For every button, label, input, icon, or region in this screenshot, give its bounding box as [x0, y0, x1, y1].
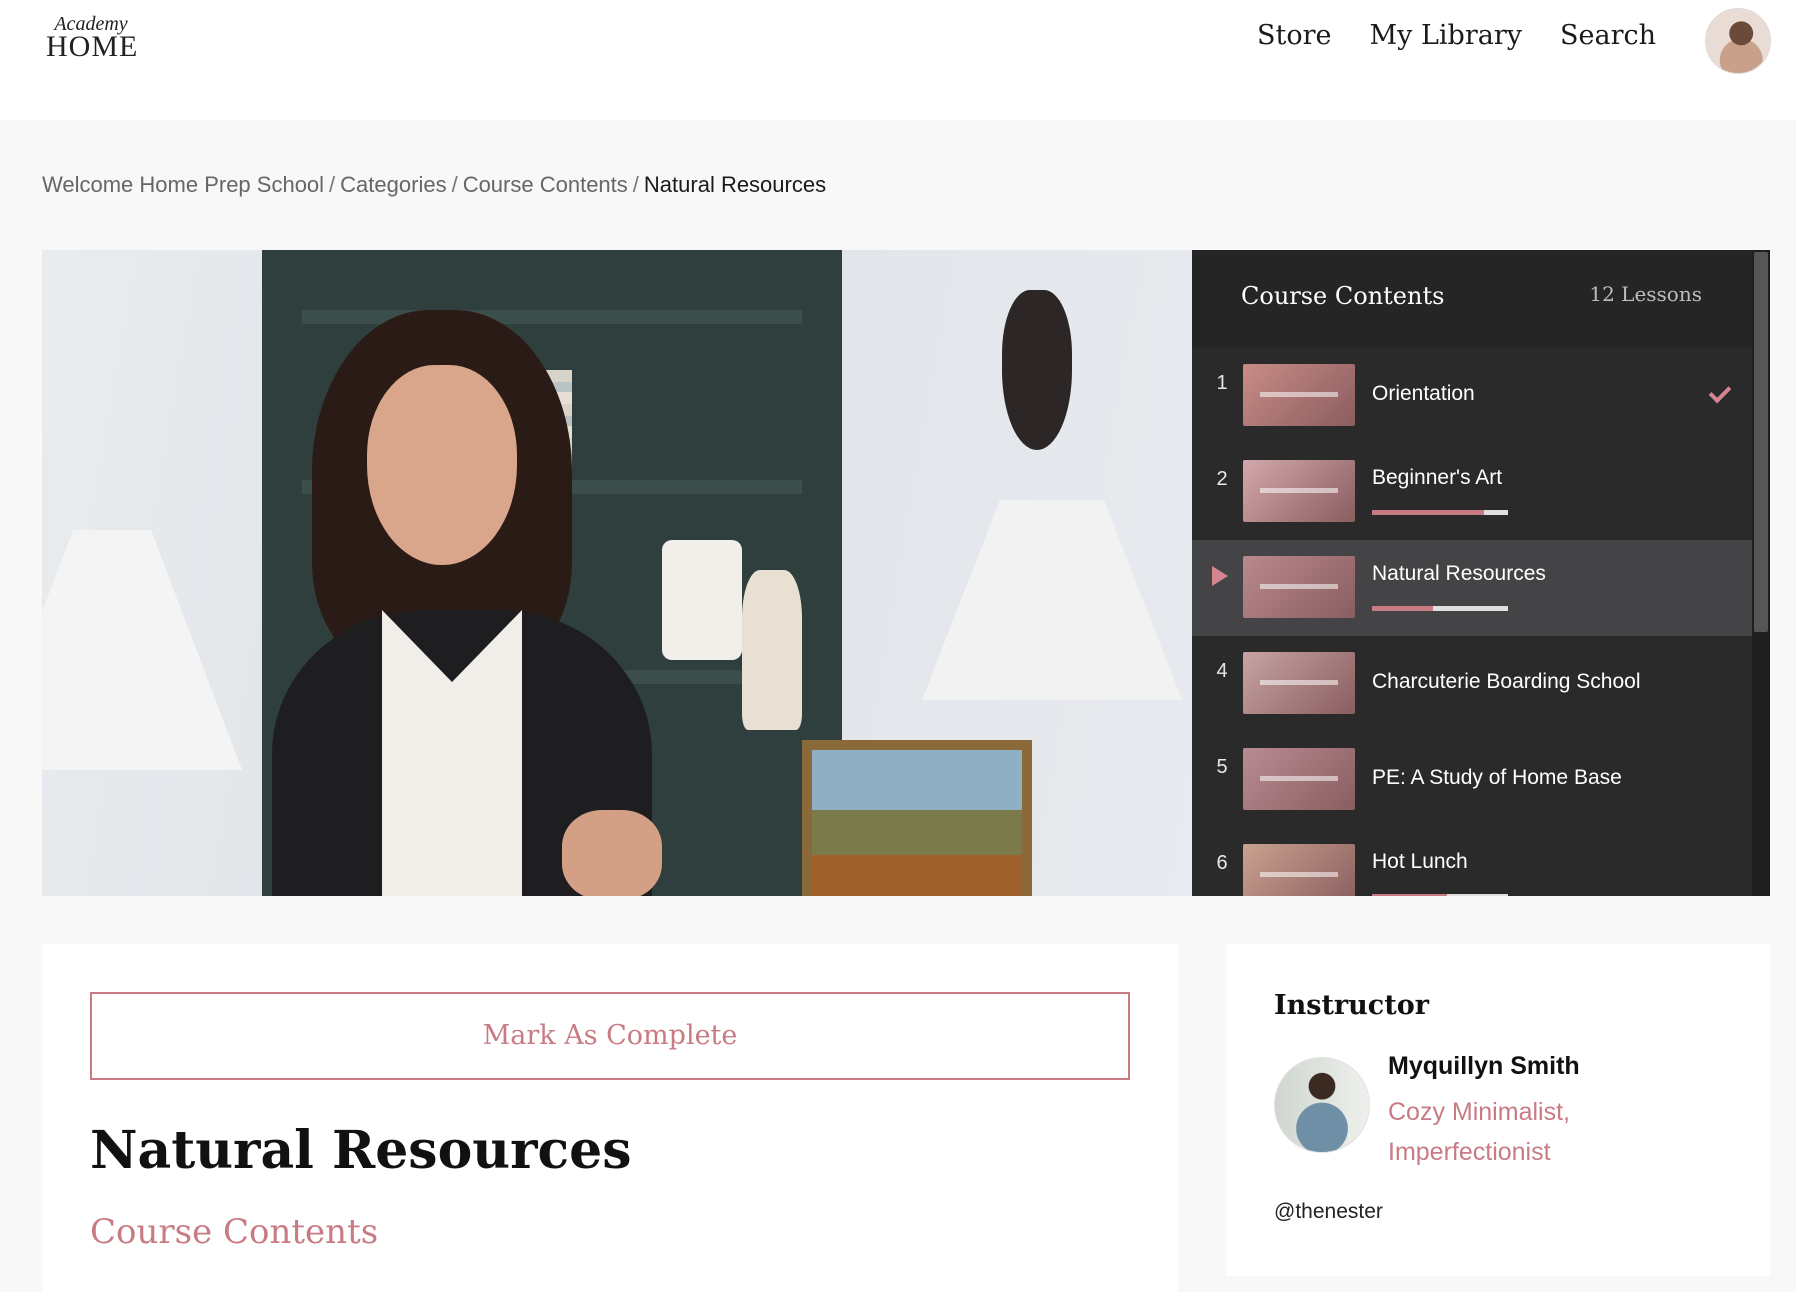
lesson-thumbnail[interactable] — [1243, 460, 1355, 522]
lesson-number: 2 — [1216, 468, 1228, 490]
lesson-details-card: Mark As Complete Natural Resources Cours… — [42, 944, 1178, 1292]
scrollbar-thumb[interactable] — [1754, 252, 1768, 632]
breadcrumb: Welcome Home Prep School / Categories / Cour… — [42, 172, 826, 198]
lesson-number: 1 — [1216, 372, 1228, 394]
academy-home-logo[interactable]: Academy HOME — [46, 14, 139, 63]
instructor-card: Instructor Myquillyn Smith Cozy Minimali… — [1226, 944, 1770, 1276]
lesson-thumbnail[interactable] — [1243, 364, 1355, 426]
nav-store-link[interactable]: Store — [1257, 18, 1332, 54]
lesson-item[interactable]: 1 Orientation — [1192, 348, 1752, 444]
lesson-item[interactable]: Natural Resources — [1192, 540, 1752, 636]
course-contents-header: Course Contents 12 Lessons — [1192, 250, 1752, 348]
lesson-progress-fill — [1372, 510, 1484, 515]
breadcrumb-separator: / — [632, 172, 639, 197]
lesson-count: 12 Lessons — [1589, 282, 1702, 306]
breadcrumb-item-categories[interactable]: Categories — [340, 172, 446, 197]
course-contents-link[interactable]: Course Contents — [90, 1212, 378, 1252]
breadcrumb-item-course-contents[interactable]: Course Contents — [463, 172, 628, 197]
video-painting — [802, 740, 1032, 896]
course-contents-panel: Course Contents 12 Lessons 1 Orientation 2… — [1192, 250, 1770, 896]
lesson-item[interactable]: 5 PE: A Study of Home Base — [1192, 732, 1752, 828]
lesson-progress-bar — [1372, 894, 1508, 896]
lesson-item[interactable]: 2 Beginner's Art — [1192, 444, 1752, 540]
lesson-number: 6 — [1216, 852, 1228, 874]
instructor-handle: @thenester — [1274, 1200, 1383, 1223]
video-antler-mount — [1002, 290, 1072, 450]
lesson-title[interactable]: Natural Resources — [1372, 562, 1546, 586]
lesson-item[interactable]: 4 Charcuterie Boarding School — [1192, 636, 1752, 732]
lesson-thumbnail[interactable] — [1243, 844, 1355, 896]
lesson-progress-fill — [1372, 894, 1447, 896]
lesson-thumbnail[interactable] — [1243, 748, 1355, 810]
site-header: Academy HOME Store My Library Search — [0, 0, 1796, 120]
lesson-thumbnail[interactable] — [1243, 556, 1355, 618]
breadcrumb-separator: / — [451, 172, 458, 197]
instructor-tagline-line2: Imperfectionist — [1388, 1138, 1551, 1166]
lesson-progress-bar — [1372, 606, 1508, 611]
play-icon — [1212, 566, 1228, 586]
video-jar — [662, 540, 742, 660]
lesson-title[interactable]: Beginner's Art — [1372, 466, 1502, 490]
user-avatar[interactable] — [1705, 8, 1771, 74]
main-nav: Store My Library Search — [1257, 18, 1656, 54]
breadcrumb-separator: / — [329, 172, 336, 197]
instructor-name: Myquillyn Smith — [1388, 1052, 1580, 1080]
lesson-number: 4 — [1216, 660, 1228, 682]
lesson-thumbnail[interactable] — [1243, 652, 1355, 714]
lesson-list-scrollbar[interactable] — [1752, 250, 1770, 896]
instructor-avatar — [1274, 1057, 1370, 1153]
nav-search-link[interactable]: Search — [1560, 18, 1656, 54]
logo-main-text: HOME — [46, 30, 139, 63]
nav-my-library-link[interactable]: My Library — [1370, 18, 1523, 54]
lesson-title[interactable]: Orientation — [1372, 382, 1475, 406]
instructor-tagline-line1: Cozy Minimalist, — [1388, 1098, 1570, 1126]
course-contents-title: Course Contents — [1241, 282, 1445, 310]
lesson-title[interactable]: PE: A Study of Home Base — [1372, 766, 1622, 790]
instructor-heading: Instructor — [1274, 990, 1429, 1021]
lesson-item[interactable]: 6 Hot Lunch — [1192, 828, 1752, 896]
video-presenter — [272, 310, 662, 896]
page-title: Natural Resources — [90, 1120, 632, 1181]
lesson-title[interactable]: Hot Lunch — [1372, 850, 1468, 874]
lesson-title[interactable]: Charcuterie Boarding School — [1372, 670, 1641, 694]
breadcrumb-item-prep-school[interactable]: Welcome Home Prep School — [42, 172, 324, 197]
check-icon — [1708, 380, 1732, 404]
lesson-progress-bar — [1372, 510, 1508, 515]
video-vase — [742, 570, 802, 730]
lesson-number: 5 — [1216, 756, 1228, 778]
breadcrumb-current: Natural Resources — [643, 172, 827, 197]
lesson-progress-fill — [1372, 606, 1434, 611]
mark-as-complete-button[interactable]: Mark As Complete — [90, 992, 1130, 1080]
instructor-tagline: Cozy Minimalist, Imperfectionist — [1388, 1092, 1688, 1172]
video-player[interactable] — [42, 250, 1192, 896]
